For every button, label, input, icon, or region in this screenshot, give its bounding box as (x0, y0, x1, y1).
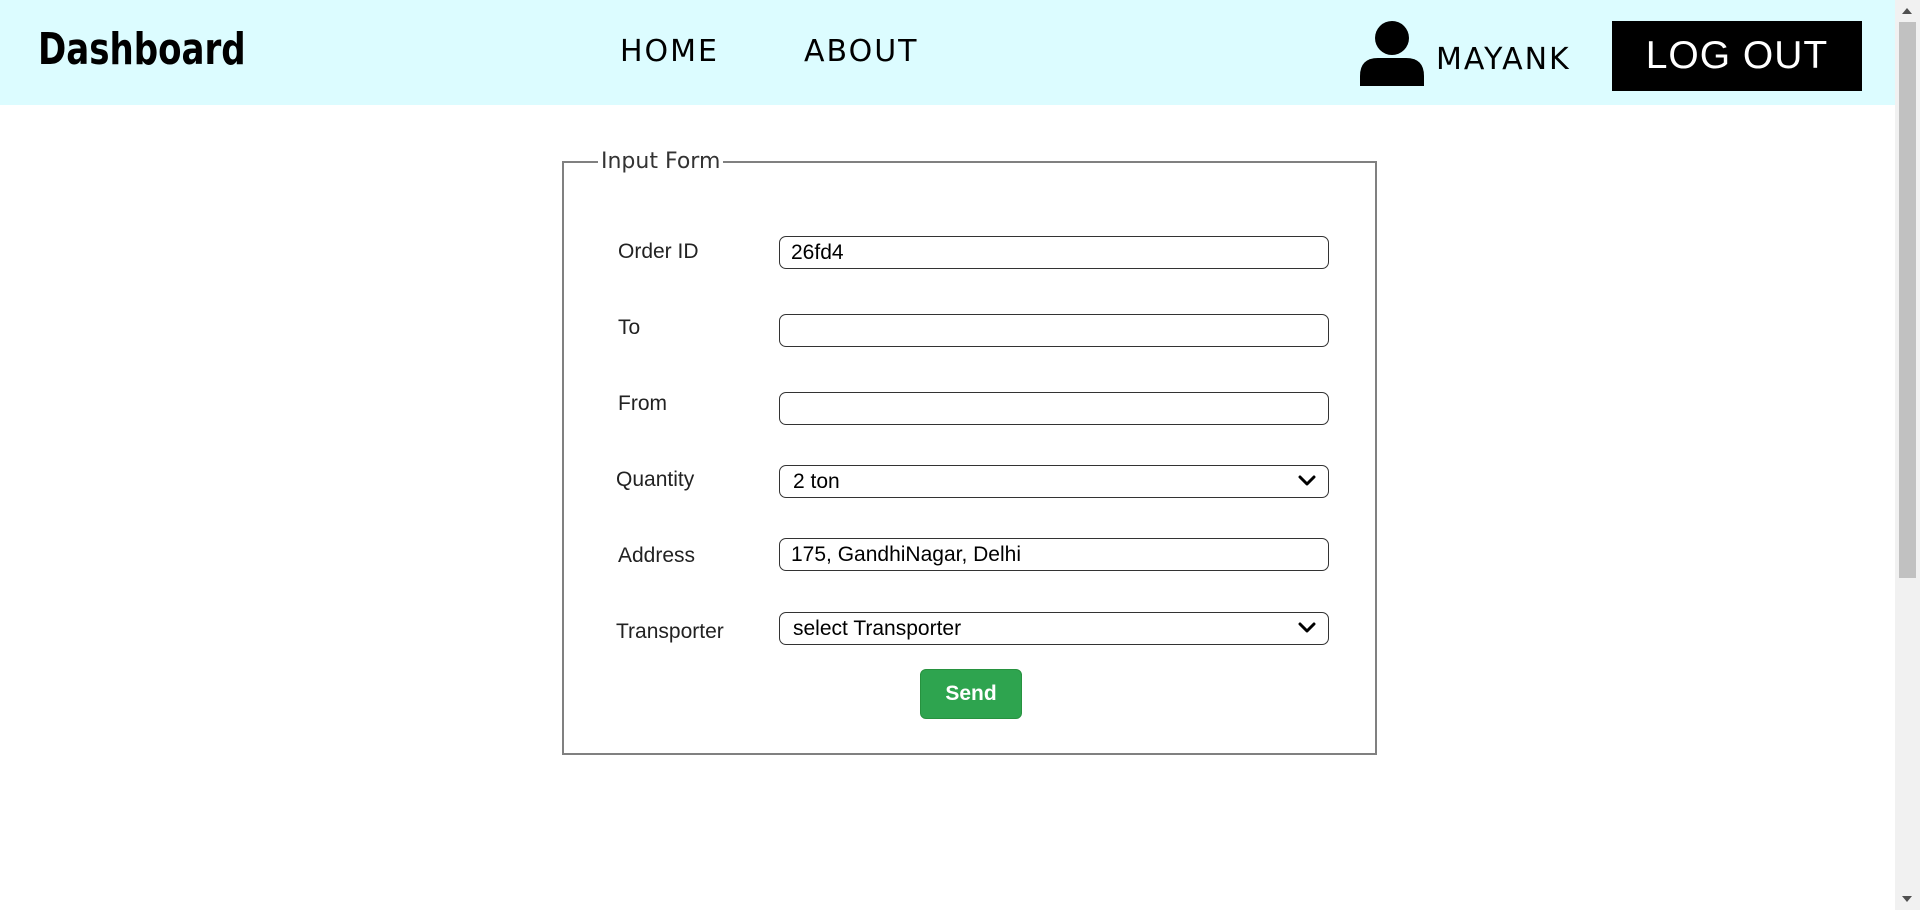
from-label: From (618, 392, 667, 415)
form-legend: Input Form (598, 149, 724, 174)
to-label: To (618, 316, 641, 339)
chevron-down-icon (1298, 475, 1316, 486)
user-icon (1360, 21, 1424, 86)
page-scrollbar[interactable] (1895, 0, 1920, 910)
brand-title: Dashboard (38, 24, 246, 75)
order-id-input[interactable] (779, 236, 1329, 269)
nav-about-link[interactable]: ABOUT (804, 34, 918, 69)
transporter-select[interactable]: select Transporter (779, 612, 1329, 645)
address-input[interactable] (779, 538, 1329, 571)
transporter-selected-value: select Transporter (793, 617, 962, 640)
to-input[interactable] (779, 314, 1329, 347)
page: Dashboard HOME ABOUT MAYANK LOG OUT Inpu… (0, 0, 1920, 910)
chevron-down-icon (1298, 622, 1316, 633)
scroll-up-arrow-icon[interactable] (1902, 8, 1912, 14)
scrollbar-thumb[interactable] (1899, 22, 1916, 578)
nav-home-link[interactable]: HOME (620, 34, 719, 69)
order-id-label: Order ID (618, 240, 699, 263)
from-input[interactable] (779, 392, 1329, 425)
username-label: MAYANK (1436, 42, 1571, 77)
quantity-selected-value: 2 ton (793, 470, 840, 493)
top-nav-bar: Dashboard HOME ABOUT MAYANK LOG OUT (0, 0, 1895, 105)
quantity-label: Quantity (616, 468, 695, 491)
address-label: Address (618, 544, 696, 567)
quantity-select[interactable]: 2 ton (779, 465, 1329, 498)
logout-button[interactable]: LOG OUT (1612, 21, 1862, 91)
send-button[interactable]: Send (920, 669, 1022, 719)
scroll-down-arrow-icon[interactable] (1902, 896, 1912, 902)
transporter-label: Transporter (616, 620, 724, 643)
